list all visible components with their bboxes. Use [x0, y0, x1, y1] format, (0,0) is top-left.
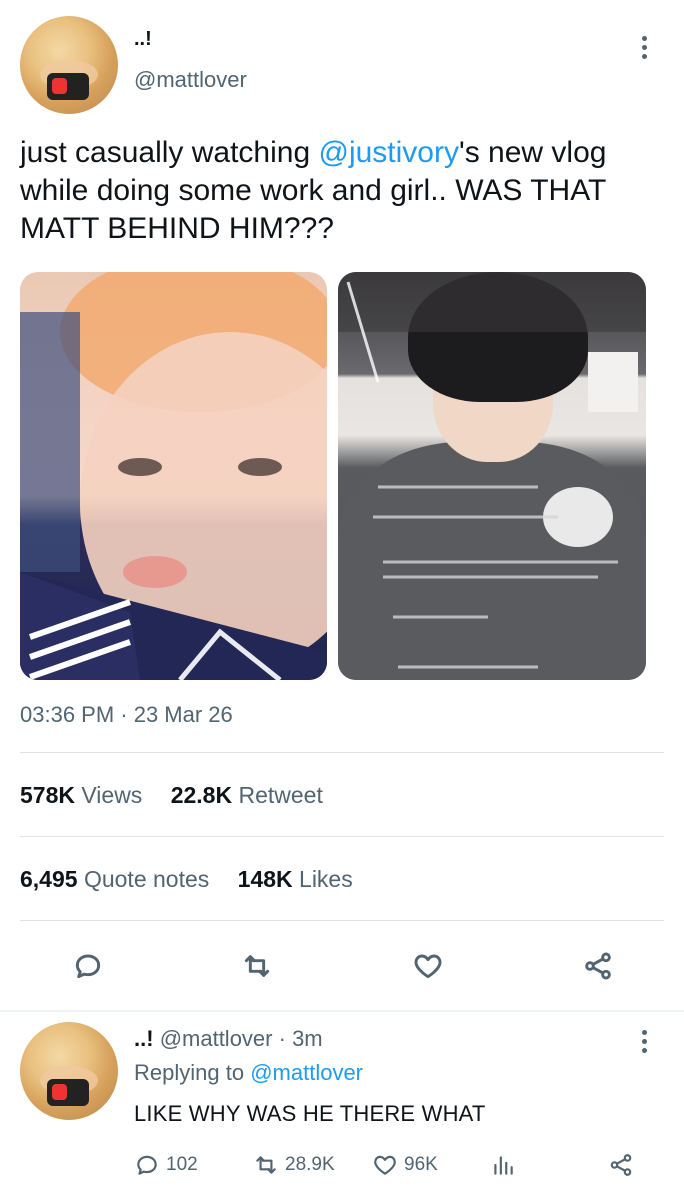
reply-likes-count: 96K — [404, 1154, 438, 1175]
tweet-action-bar — [0, 940, 684, 990]
tweet-text: just casually watching @justivory's new … — [20, 134, 670, 248]
reply-retweets-count: 28.9K — [285, 1154, 335, 1175]
reply-share-button[interactable] — [608, 1152, 634, 1178]
thread-separator — [0, 1010, 684, 1012]
reply-header: ..! @mattlover · 3m — [134, 1026, 323, 1052]
author-handle[interactable]: @mattlover — [134, 67, 247, 93]
avatar-phone — [47, 1078, 89, 1107]
image-2-graphic — [338, 272, 646, 669]
reply-like-button[interactable]: 96K — [372, 1152, 438, 1178]
author-avatar[interactable] — [20, 16, 118, 114]
stats-row-2: 6,495 Quote notes 148K Likes — [20, 866, 375, 893]
tweet-image-1[interactable] — [20, 272, 327, 680]
reply-time: · 3m — [278, 1026, 323, 1051]
reply-icon — [137, 1155, 157, 1175]
reply-author-handle[interactable]: @mattlover — [160, 1026, 273, 1051]
reply-action-bar: 102 28.9K 96K — [0, 1152, 684, 1186]
share-icon — [610, 1154, 632, 1176]
retweets-stat[interactable]: 22.8K Retweet — [171, 782, 323, 809]
views-stat[interactable]: 578K Views — [20, 782, 142, 809]
share-icon[interactable] — [578, 946, 618, 986]
more-options-icon[interactable] — [640, 36, 648, 59]
retweet-icon[interactable] — [237, 946, 277, 986]
retweet-icon — [256, 1156, 276, 1174]
reply-text: LIKE WHY WAS HE THERE WHAT — [134, 1101, 486, 1126]
divider — [20, 836, 664, 837]
replying-handle-link[interactable]: @mattlover — [250, 1060, 363, 1085]
reply-author-avatar[interactable] — [20, 1022, 118, 1120]
like-icon — [374, 1155, 396, 1175]
tweet-image-2[interactable] — [338, 272, 646, 680]
reply-author-name[interactable]: ..! — [134, 1026, 154, 1051]
tweet-text-before: just casually watching — [20, 136, 319, 169]
avatar-phone — [47, 72, 89, 101]
like-icon[interactable] — [408, 946, 448, 986]
replying-label: Replying to — [134, 1060, 245, 1085]
mention-link[interactable]: @justivory — [318, 136, 458, 169]
quotes-stat[interactable]: 6,495 Quote notes — [20, 866, 209, 893]
stats-row-1: 578K Views 22.8K Retweet — [20, 782, 345, 809]
reply-more-options-icon[interactable] — [640, 1030, 648, 1053]
divider — [20, 752, 664, 753]
reply-replies-count: 102 — [166, 1154, 198, 1175]
reply-retweet-button[interactable]: 28.9K — [253, 1152, 335, 1178]
reply-analytics-button[interactable] — [490, 1152, 516, 1178]
replying-to: Replying to @mattlover — [134, 1060, 363, 1086]
reply-reply-button[interactable]: 102 — [134, 1152, 198, 1178]
tweet-timestamp[interactable]: 03:36 PM · 23 Mar 26 — [20, 702, 233, 728]
image-1-graphic — [20, 312, 327, 680]
author-name[interactable]: ..! — [134, 28, 152, 51]
divider — [20, 920, 664, 921]
reply-icon[interactable] — [68, 946, 108, 986]
likes-stat[interactable]: 148K Likes — [238, 866, 353, 893]
analytics-icon — [494, 1156, 513, 1175]
